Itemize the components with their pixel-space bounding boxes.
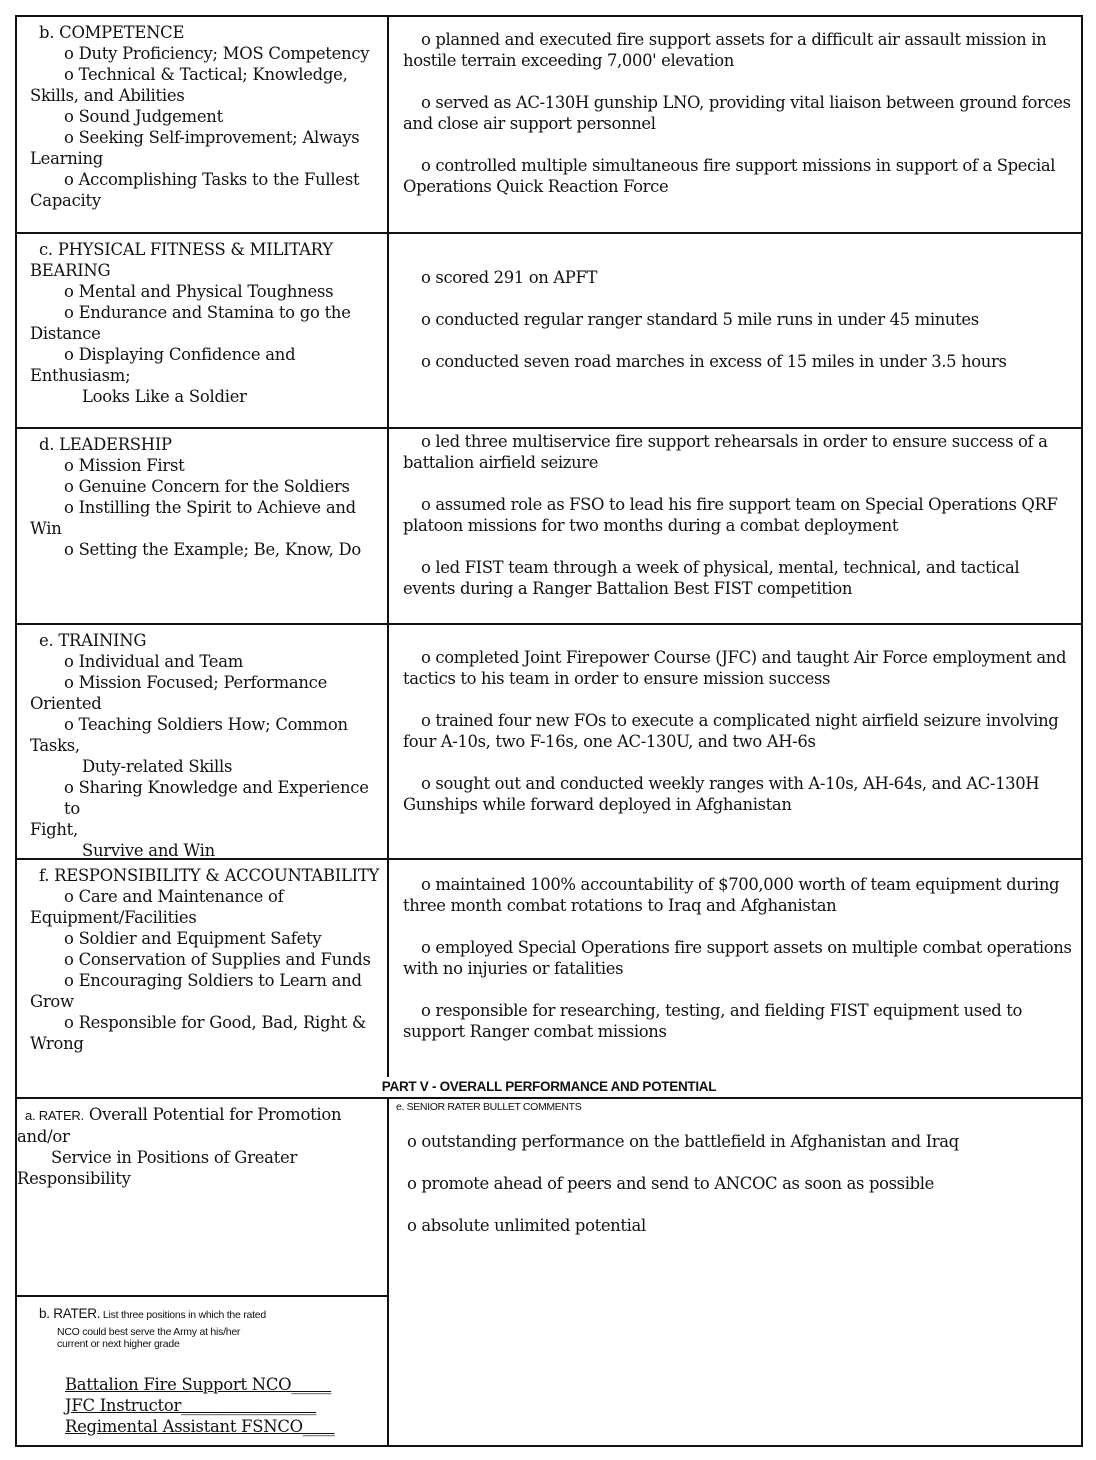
rater-a-label: a. RATER. bbox=[25, 1108, 84, 1123]
criteria-continuation: Grow bbox=[30, 992, 74, 1011]
rater-column: a. RATER. Overall Potential for Promotio… bbox=[17, 1099, 389, 1445]
section-heading: d. LEADERSHIP bbox=[39, 435, 172, 454]
section-heading: c. PHYSICAL FITNESS & MILITARY bbox=[39, 240, 333, 259]
senior-rater-bullets: o outstanding performance on the battlef… bbox=[403, 1131, 1073, 1236]
senior-rater-label: e. SENIOR RATER BULLET COMMENTS bbox=[396, 1101, 582, 1113]
bullet-comment: o led FIST team through a week of physic… bbox=[403, 558, 1020, 598]
criteria-item: o Displaying Confidence and bbox=[64, 345, 296, 364]
section-criteria: e. TRAINING o Individual and Team o Missio… bbox=[17, 625, 389, 860]
criteria-item: o Responsible for Good, Bad, Right & bbox=[64, 1013, 367, 1032]
criteria-item: o Teaching Soldiers How; Common bbox=[64, 715, 348, 734]
section-heading: b. COMPETENCE bbox=[39, 23, 185, 42]
section-criteria: f. RESPONSIBILITY & ACCOUNTABILITY o Care… bbox=[17, 860, 389, 1077]
rater-b-label: b. RATER. bbox=[39, 1306, 101, 1321]
bullet-comment: o scored 291 on APFT bbox=[421, 268, 598, 287]
criteria-continuation: Fight, bbox=[30, 820, 78, 839]
criteria-continuation: Capacity bbox=[30, 191, 101, 210]
section-row: b. COMPETENCE o Duty Proficiency; MOS Com… bbox=[17, 17, 1081, 234]
section-row: e. TRAINING o Individual and Team o Missio… bbox=[17, 625, 1081, 860]
rater-a-text: Overall Potential for Promotion bbox=[83, 1105, 342, 1124]
section-criteria: d. LEADERSHIP o Mission First o Genuine Co… bbox=[17, 429, 389, 623]
criteria-continuation: BEARING bbox=[30, 261, 111, 280]
section-criteria: c. PHYSICAL FITNESS & MILITARY BEARING o M… bbox=[17, 234, 389, 427]
criteria-item: o Mental and Physical Toughness bbox=[64, 282, 334, 301]
criteria-continuation: Distance bbox=[30, 324, 101, 343]
criteria-item: o Endurance and Stamina to go the bbox=[64, 303, 351, 322]
recommended-positions: Battalion Fire Support NCO_____ JFC Inst… bbox=[39, 1374, 383, 1437]
section-row: d. LEADERSHIP o Mission First o Genuine Co… bbox=[17, 429, 1081, 625]
criteria-continuation: Looks Like a Soldier bbox=[82, 387, 247, 406]
bullet-comment: o assumed role as FSO to lead his fire s… bbox=[403, 495, 1058, 535]
bullet-comment: o conducted regular ranger standard 5 mi… bbox=[421, 310, 979, 329]
rater-b-text: List three positions in which the rated bbox=[100, 1309, 266, 1321]
bullet-comment: o maintained 100% accountability of $700… bbox=[403, 875, 1060, 915]
bullet-comment: o completed Joint Firepower Course (JFC)… bbox=[403, 648, 1067, 688]
criteria-item: o Soldier and Equipment Safety bbox=[64, 929, 322, 948]
criteria-item: o Genuine Concern for the Soldiers bbox=[64, 477, 350, 496]
criteria-continuation: Tasks, bbox=[30, 736, 80, 755]
bullet-comment: o responsible for researching, testing, … bbox=[403, 1001, 1023, 1041]
rater-a-line2: and/or bbox=[17, 1127, 70, 1146]
bullet-comment: o planned and executed fire support asse… bbox=[403, 30, 1047, 70]
bullet-comment: o conducted seven road marches in excess… bbox=[421, 352, 1007, 371]
rater-b-sub1: NCO could best serve the Army at his/her bbox=[57, 1326, 241, 1338]
position-field[interactable]: JFC Instructor_________________ bbox=[65, 1395, 383, 1416]
bullet-comment: o employed Special Operations fire suppo… bbox=[403, 938, 1072, 978]
position-field[interactable]: Regimental Assistant FSNCO____ bbox=[65, 1416, 383, 1437]
senior-rater-column: e. SENIOR RATER BULLET COMMENTS o outsta… bbox=[389, 1099, 1081, 1445]
criteria-item: o Care and Maintenance of bbox=[64, 887, 284, 906]
criteria-continuation: Skills, and Abilities bbox=[30, 86, 185, 105]
part-v-row: a. RATER. Overall Potential for Promotio… bbox=[17, 1099, 1081, 1445]
section-heading: e. TRAINING bbox=[39, 631, 147, 650]
rater-overall-potential: a. RATER. Overall Potential for Promotio… bbox=[17, 1104, 383, 1295]
criteria-continuation: Duty-related Skills bbox=[82, 757, 233, 776]
rater-a-line3: Service in Positions of Greater bbox=[51, 1148, 298, 1167]
section-bullets: o scored 291 on APFT o conducted regular … bbox=[389, 234, 1081, 427]
criteria-item: o Conservation of Supplies and Funds bbox=[64, 950, 371, 969]
criteria-item: o Encouraging Soldiers to Learn and bbox=[64, 971, 362, 990]
criteria-item: o Individual and Team bbox=[64, 652, 244, 671]
evaluation-sections: b. COMPETENCE o Duty Proficiency; MOS Com… bbox=[17, 17, 1081, 1077]
section-row: f. RESPONSIBILITY & ACCOUNTABILITY o Care… bbox=[17, 860, 1081, 1077]
criteria-item: o Mission Focused; Performance bbox=[64, 673, 328, 692]
criteria-continuation: Win bbox=[30, 519, 62, 538]
section-heading: f. RESPONSIBILITY & ACCOUNTABILITY bbox=[39, 866, 380, 885]
criteria-continuation: Enthusiasm; bbox=[30, 366, 131, 385]
bullet-comment: o trained four new FOs to execute a comp… bbox=[403, 711, 1059, 751]
section-bullets: o maintained 100% accountability of $700… bbox=[389, 860, 1081, 1077]
rater-positions-block: b. RATER. List three positions in which … bbox=[17, 1295, 387, 1445]
criteria-item: o Duty Proficiency; MOS Competency bbox=[64, 44, 370, 63]
part-v-header: PART V - OVERALL PERFORMANCE AND POTENTI… bbox=[17, 1077, 1081, 1099]
bullet-comment: o controlled multiple simultaneous fire … bbox=[403, 156, 1056, 196]
criteria-continuation: Wrong bbox=[30, 1034, 84, 1053]
section-row: c. PHYSICAL FITNESS & MILITARY BEARING o M… bbox=[17, 234, 1081, 429]
criteria-item: o Seeking Self-improvement; Always bbox=[64, 128, 360, 147]
criteria-item: o Technical & Tactical; Knowledge, bbox=[64, 65, 348, 84]
criteria-item: o Sound Judgement bbox=[64, 107, 223, 126]
section-criteria: b. COMPETENCE o Duty Proficiency; MOS Com… bbox=[17, 17, 389, 232]
ncoer-form: b. COMPETENCE o Duty Proficiency; MOS Com… bbox=[15, 15, 1083, 1447]
section-bullets: o led three multiservice fire support re… bbox=[389, 429, 1081, 623]
bullet-comment: o sought out and conducted weekly ranges… bbox=[403, 774, 1040, 814]
bullet-comment: o led three multiservice fire support re… bbox=[403, 432, 1048, 472]
criteria-continuation: Survive and Win bbox=[82, 841, 215, 860]
criteria-item: o Sharing Knowledge and Experience to bbox=[64, 778, 369, 818]
rater-b-sub2: current or next higher grade bbox=[57, 1338, 180, 1350]
criteria-item: o Setting the Example; Be, Know, Do bbox=[64, 540, 362, 559]
criteria-continuation: Learning bbox=[30, 149, 104, 168]
criteria-item: o Accomplishing Tasks to the Fullest bbox=[64, 170, 360, 189]
senior-rater-bullet: o promote ahead of peers and send to ANC… bbox=[407, 1174, 935, 1193]
senior-rater-bullet: o outstanding performance on the battlef… bbox=[407, 1132, 959, 1151]
criteria-continuation: Equipment/Facilities bbox=[30, 908, 197, 927]
rater-a-line4: Responsibility bbox=[17, 1169, 131, 1188]
senior-rater-bullet: o absolute unlimited potential bbox=[407, 1216, 646, 1235]
section-bullets: o planned and executed fire support asse… bbox=[389, 17, 1081, 232]
position-field[interactable]: Battalion Fire Support NCO_____ bbox=[65, 1374, 383, 1395]
criteria-item: o Instilling the Spirit to Achieve and bbox=[64, 498, 356, 517]
criteria-item: o Mission First bbox=[64, 456, 185, 475]
criteria-continuation: Oriented bbox=[30, 694, 102, 713]
bullet-comment: o served as AC-130H gunship LNO, providi… bbox=[403, 93, 1071, 133]
section-bullets: o completed Joint Firepower Course (JFC)… bbox=[389, 625, 1081, 858]
